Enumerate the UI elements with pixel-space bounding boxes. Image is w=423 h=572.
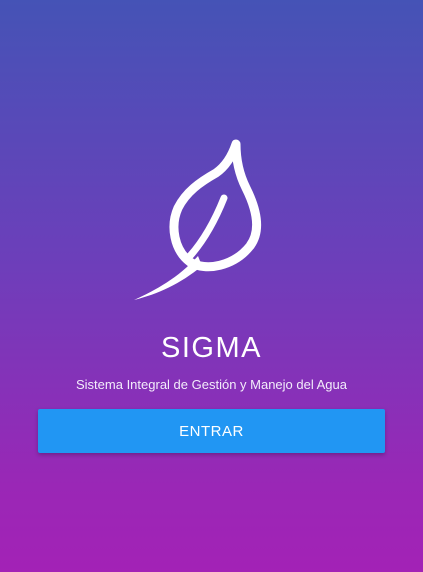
enter-button[interactable]: ENTRAR bbox=[38, 409, 385, 453]
leaf-icon bbox=[134, 139, 262, 300]
app-subtitle: Sistema Integral de Gestión y Manejo del… bbox=[76, 377, 347, 392]
app-title: SIGMA bbox=[161, 332, 262, 364]
login-screen: SIGMA Sistema Integral de Gestión y Mane… bbox=[0, 0, 423, 572]
